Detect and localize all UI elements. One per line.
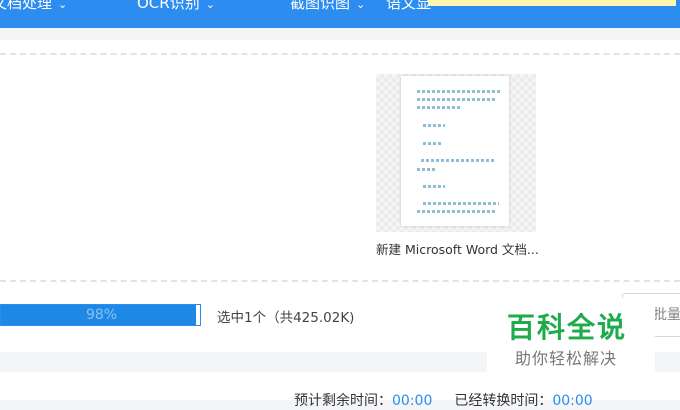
nav-item-document[interactable]: 文档处理 ⌄	[0, 0, 67, 15]
elapsed-time-value: 00:00	[552, 393, 593, 409]
watermark-subtitle: 助你轻松解决	[515, 349, 618, 368]
progress-percent: 98%	[85, 307, 118, 323]
watermark-logo: 百科全说 助你轻松解决	[487, 298, 655, 376]
nav-highlight-strip	[428, 0, 676, 6]
remaining-time-label: 预计剩余时间：	[294, 393, 392, 409]
file-thumbnail	[376, 74, 536, 232]
document-preview-icon	[401, 76, 509, 226]
watermark-title: 百科全说	[507, 311, 628, 344]
batch-convert-label: 批量转	[653, 307, 680, 323]
selection-summary: 选中1个（共425.02K)	[217, 310, 355, 326]
chevron-down-icon: ⌄	[58, 0, 68, 11]
status-panel: 预计剩余时间：00:00 已经转换时间：00:00	[0, 372, 680, 409]
divider	[0, 280, 680, 282]
conversion-progress-bar: 98%	[0, 304, 201, 326]
time-status-row: 预计剩余时间：00:00 已经转换时间：00:00	[294, 390, 593, 410]
nav-item-label: 文档处理	[0, 0, 53, 12]
nav-item-label: OCR识别	[137, 0, 200, 12]
nav-item-language[interactable]: 语文显	[386, 0, 431, 15]
chevron-down-icon: ⌄	[356, 0, 366, 11]
drop-zone-border-top	[0, 53, 680, 55]
top-nav-bar: 文档处理 ⌄ OCR识别 ⌄ 截图识图 ⌄ 语文显	[0, 0, 680, 28]
nav-item-ocr[interactable]: OCR识别 ⌄	[137, 0, 215, 15]
chevron-down-icon: ⌄	[205, 0, 215, 11]
nav-item-label: 语文显	[386, 0, 432, 12]
elapsed-time-label: 已经转换时间：	[454, 393, 553, 409]
remaining-time-value: 00:00	[392, 393, 433, 409]
file-name-label: 新建 Microsoft Word 文档...	[376, 242, 539, 257]
nav-item-label: 截图识图	[290, 0, 351, 12]
nav-item-screenshot[interactable]: 截图识图 ⌄	[290, 0, 365, 15]
